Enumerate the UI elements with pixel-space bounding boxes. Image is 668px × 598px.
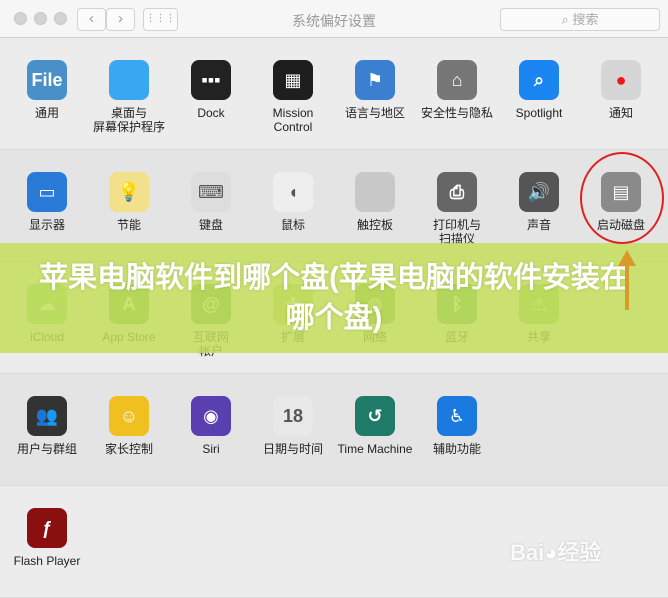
pref-item[interactable]: ● 通知 <box>580 60 662 120</box>
pref-item[interactable]: ↺ Time Machine <box>334 396 416 456</box>
overlay-title: 苹果电脑软件到哪个盘(苹果电脑的软件安装在哪个盘) <box>39 262 629 334</box>
users-icon: 👥 <box>27 396 67 436</box>
pref-item[interactable]: 触控板 <box>334 172 416 232</box>
pref-label: Dock <box>197 106 225 120</box>
search-icon: ⌕ <box>561 12 573 27</box>
pref-row: File 通用 桌面与 屏幕保护程序 ▪▪▪ Dock ▦ Mission Control ⚑… <box>0 38 668 150</box>
spotlight-icon: ⌕ <box>519 60 559 100</box>
general-icon: File <box>27 60 67 100</box>
pref-item[interactable]: 💡 节能 <box>88 172 170 232</box>
pref-item[interactable]: 🔊 声音 <box>498 172 580 232</box>
notification-icon: ● <box>601 60 641 100</box>
desktop-icon <box>109 60 149 100</box>
pref-label: Spotlight <box>515 106 563 120</box>
search-placeholder: 搜索 <box>572 12 599 27</box>
dock-icon: ▪▪▪ <box>191 60 231 100</box>
pref-label: Siri <box>202 442 220 456</box>
pref-label: 打印机与 扫描仪 <box>432 218 481 246</box>
pref-item[interactable]: ⌨ 键盘 <box>170 172 252 232</box>
accessibility-icon: ♿ <box>437 396 477 436</box>
pref-item[interactable]: 桌面与 屏幕保护程序 <box>88 60 170 134</box>
display-icon: ▭ <box>27 172 67 212</box>
sound-icon: 🔊 <box>519 172 559 212</box>
pref-label: 语言与地区 <box>344 106 405 120</box>
siri-icon: ◉ <box>191 396 231 436</box>
pref-item[interactable]: ◖ 鼠标 <box>252 172 334 232</box>
mission-control-icon: ▦ <box>273 60 313 100</box>
pref-item[interactable]: ◉ Siri <box>170 396 252 456</box>
printer-icon: ⎙ <box>437 172 477 212</box>
pref-item[interactable]: ♿ 辅助功能 <box>416 396 498 456</box>
pref-item[interactable]: ☺ 家长控制 <box>88 396 170 456</box>
date-time-icon: 18 <box>273 396 313 436</box>
security-icon: ⌂ <box>437 60 477 100</box>
flash-player-icon: ƒ <box>27 508 67 548</box>
pref-label: 键盘 <box>198 218 223 232</box>
pref-item[interactable]: ⚑ 语言与地区 <box>334 60 416 120</box>
pref-item[interactable]: ▦ Mission Control <box>252 60 334 134</box>
energy-icon: 💡 <box>109 172 149 212</box>
pref-item[interactable]: File 通用 <box>6 60 88 120</box>
pref-label: 显示器 <box>28 218 65 232</box>
highlight-circle <box>580 152 664 244</box>
arrow-shaft <box>625 262 629 310</box>
parental-controls-icon: ☺ <box>109 396 149 436</box>
pref-label: 节能 <box>116 218 141 232</box>
search-input[interactable]: ⌕ 搜索 <box>500 8 660 31</box>
flag-icon: ⚑ <box>355 60 395 100</box>
pref-label: 家长控制 <box>104 442 153 456</box>
pref-label: 触控板 <box>356 218 393 232</box>
pref-label: 通知 <box>608 106 633 120</box>
pref-label: 辅助功能 <box>432 442 481 456</box>
pref-item[interactable]: ⌕ Spotlight <box>498 60 580 120</box>
pref-label: 桌面与 屏幕保护程序 <box>92 106 165 134</box>
pref-row: 👥 用户与群组 ☺ 家长控制 ◉ Siri 18 日期与时间 ↺ Time Machine ♿ 辅助功… <box>0 374 668 486</box>
pref-item[interactable]: ⎙ 打印机与 扫描仪 <box>416 172 498 246</box>
pref-label: 鼠标 <box>280 218 305 232</box>
pref-item[interactable]: ▪▪▪ Dock <box>170 60 252 120</box>
pref-item[interactable]: 18 日期与时间 <box>252 396 334 456</box>
pref-label: Time Machine <box>337 442 413 456</box>
mouse-icon: ◖ <box>273 172 313 212</box>
pref-label: 日期与时间 <box>262 442 323 456</box>
pref-label: 声音 <box>526 218 551 232</box>
pref-label: 安全性与隐私 <box>420 106 493 120</box>
title-overlay-banner: 苹果电脑软件到哪个盘(苹果电脑的软件安装在哪个盘) <box>0 243 668 353</box>
pref-label: Flash Player <box>13 554 81 568</box>
keyboard-icon: ⌨ <box>191 172 231 212</box>
time-machine-icon: ↺ <box>355 396 395 436</box>
trackpad-icon <box>355 172 395 212</box>
pref-item[interactable]: ▭ 显示器 <box>6 172 88 232</box>
title-bar: ‹ › ⋮⋮⋮ 系统偏好设置 ⌕ 搜索 <box>0 0 668 38</box>
pref-label: 通用 <box>34 106 59 120</box>
pref-item[interactable]: ƒ Flash Player <box>6 508 88 568</box>
pref-item[interactable]: 👥 用户与群组 <box>6 396 88 456</box>
watermark-logo: Bai◕经验 <box>510 540 602 565</box>
pref-item[interactable]: ⌂ 安全性与隐私 <box>416 60 498 120</box>
pref-label: 用户与群组 <box>16 442 77 456</box>
pref-label: Mission Control <box>272 106 314 134</box>
